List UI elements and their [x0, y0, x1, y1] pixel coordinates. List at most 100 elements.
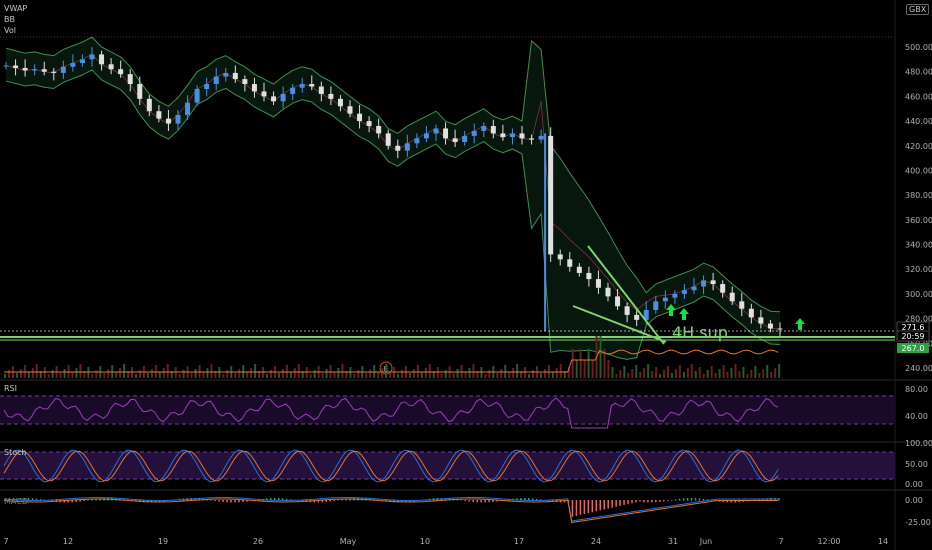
volume-bar	[325, 369, 328, 378]
volume-bar	[484, 374, 487, 378]
volume-bar	[79, 364, 82, 378]
candle-body	[423, 133, 429, 139]
macd-histogram-bar	[218, 500, 220, 502]
volume-bar	[698, 367, 701, 378]
currency-badge[interactable]: GBX	[906, 4, 930, 15]
x-tick-label: 7	[3, 537, 8, 546]
volume-bar	[365, 373, 368, 378]
volume-bar	[254, 364, 257, 378]
volume-bar	[678, 365, 681, 378]
volume-bar	[440, 374, 443, 378]
volume-bar	[639, 372, 642, 378]
volume-bar	[51, 370, 54, 378]
rsi-pane-label: RSI	[4, 384, 17, 393]
macd-histogram-bar	[631, 500, 633, 504]
candle-body	[748, 308, 754, 318]
legend-vwap[interactable]: VWAP	[4, 4, 27, 14]
candle-body	[194, 88, 200, 103]
candle-body	[318, 86, 324, 94]
macd-histogram-bar	[686, 498, 689, 501]
macd-histogram-bar	[678, 498, 681, 501]
candle-body	[605, 287, 611, 297]
volume-bar	[631, 369, 634, 378]
y-tick-label: 240.00	[905, 364, 932, 373]
macd-histogram-bar	[460, 499, 463, 501]
volume-bar	[722, 365, 725, 378]
y-tick-label: 320.00	[905, 265, 932, 274]
volume-bar	[281, 369, 284, 378]
candle-body	[204, 84, 210, 89]
candle-body	[767, 323, 773, 329]
volume-bar	[424, 368, 427, 378]
volume-bar	[381, 368, 384, 378]
legend-vol[interactable]: Vol	[4, 26, 16, 36]
candle-body	[739, 301, 745, 309]
volume-bar	[266, 374, 269, 378]
volume-bar	[770, 372, 773, 378]
macd-histogram-bar	[488, 500, 490, 503]
candle-body	[414, 138, 420, 144]
candle-body	[165, 118, 171, 124]
volume-bar	[778, 364, 781, 378]
x-tick-label: 14	[878, 537, 888, 546]
candle-body	[146, 98, 152, 112]
volume-bar	[63, 369, 66, 378]
candle-body	[576, 266, 582, 273]
candle-body	[22, 67, 28, 71]
stoch-pane-label: Stoch	[4, 448, 27, 457]
candle-body	[13, 65, 19, 68]
volume-bar	[512, 368, 515, 378]
candle-body	[433, 128, 439, 134]
rsi-y-tick: 40.00	[905, 412, 928, 421]
legend-bb[interactable]: BB	[4, 15, 15, 25]
macd-histogram-bar	[694, 498, 697, 501]
candle-body	[710, 280, 716, 285]
y-tick-label: 460.00	[905, 92, 932, 101]
macd-y-tick: -25.00	[905, 518, 931, 527]
stoch-y-tick: 100.00	[905, 439, 932, 448]
macd-histogram-bar	[83, 500, 85, 502]
volume-bar	[528, 374, 531, 378]
volume-bar	[575, 360, 578, 378]
volume-bar	[313, 370, 316, 378]
macd-histogram-bar	[75, 500, 77, 503]
volume-bar	[452, 373, 455, 378]
chart-canvas[interactable]: 500.00 480.00 460.00 440.00 420.00 400.00 380.…	[0, 0, 932, 550]
volume-bar	[496, 373, 499, 378]
volume-bar	[150, 369, 153, 378]
volume-bar	[138, 370, 141, 378]
candle-body	[529, 138, 535, 140]
macd-histogram-bar	[325, 500, 328, 502]
volume-bar	[694, 371, 697, 378]
x-tick-label: 12	[63, 537, 73, 546]
macd-histogram-bar	[333, 500, 336, 501]
bollinger-lower	[5, 69, 781, 360]
candle-body	[357, 113, 363, 122]
macd-histogram-bar	[222, 500, 224, 502]
candle-body	[175, 114, 181, 124]
volume-bar	[643, 368, 646, 378]
candle-body	[567, 259, 573, 267]
volume-bar	[488, 370, 491, 378]
volume-bar	[627, 373, 630, 378]
volume-bar	[742, 367, 745, 378]
volume-bar	[591, 360, 594, 378]
volume-bar	[59, 373, 62, 378]
x-tick-label: Jun	[699, 537, 713, 546]
volume-bar	[690, 364, 693, 378]
volume-bar	[341, 364, 344, 378]
volume-bar	[47, 374, 50, 378]
volume-bar	[31, 368, 34, 378]
candle-body	[156, 111, 162, 119]
volume-bar	[666, 366, 669, 378]
volume-bar	[444, 370, 447, 378]
volume-bar	[647, 364, 650, 378]
candle-body	[500, 133, 506, 138]
volume-bar	[269, 370, 272, 378]
volume-bar	[651, 371, 654, 378]
macd-histogram-bar	[571, 500, 574, 517]
candle-body	[251, 84, 257, 92]
volume-bar	[135, 374, 138, 378]
volume-bar	[686, 368, 689, 378]
volume-bar	[456, 369, 459, 378]
